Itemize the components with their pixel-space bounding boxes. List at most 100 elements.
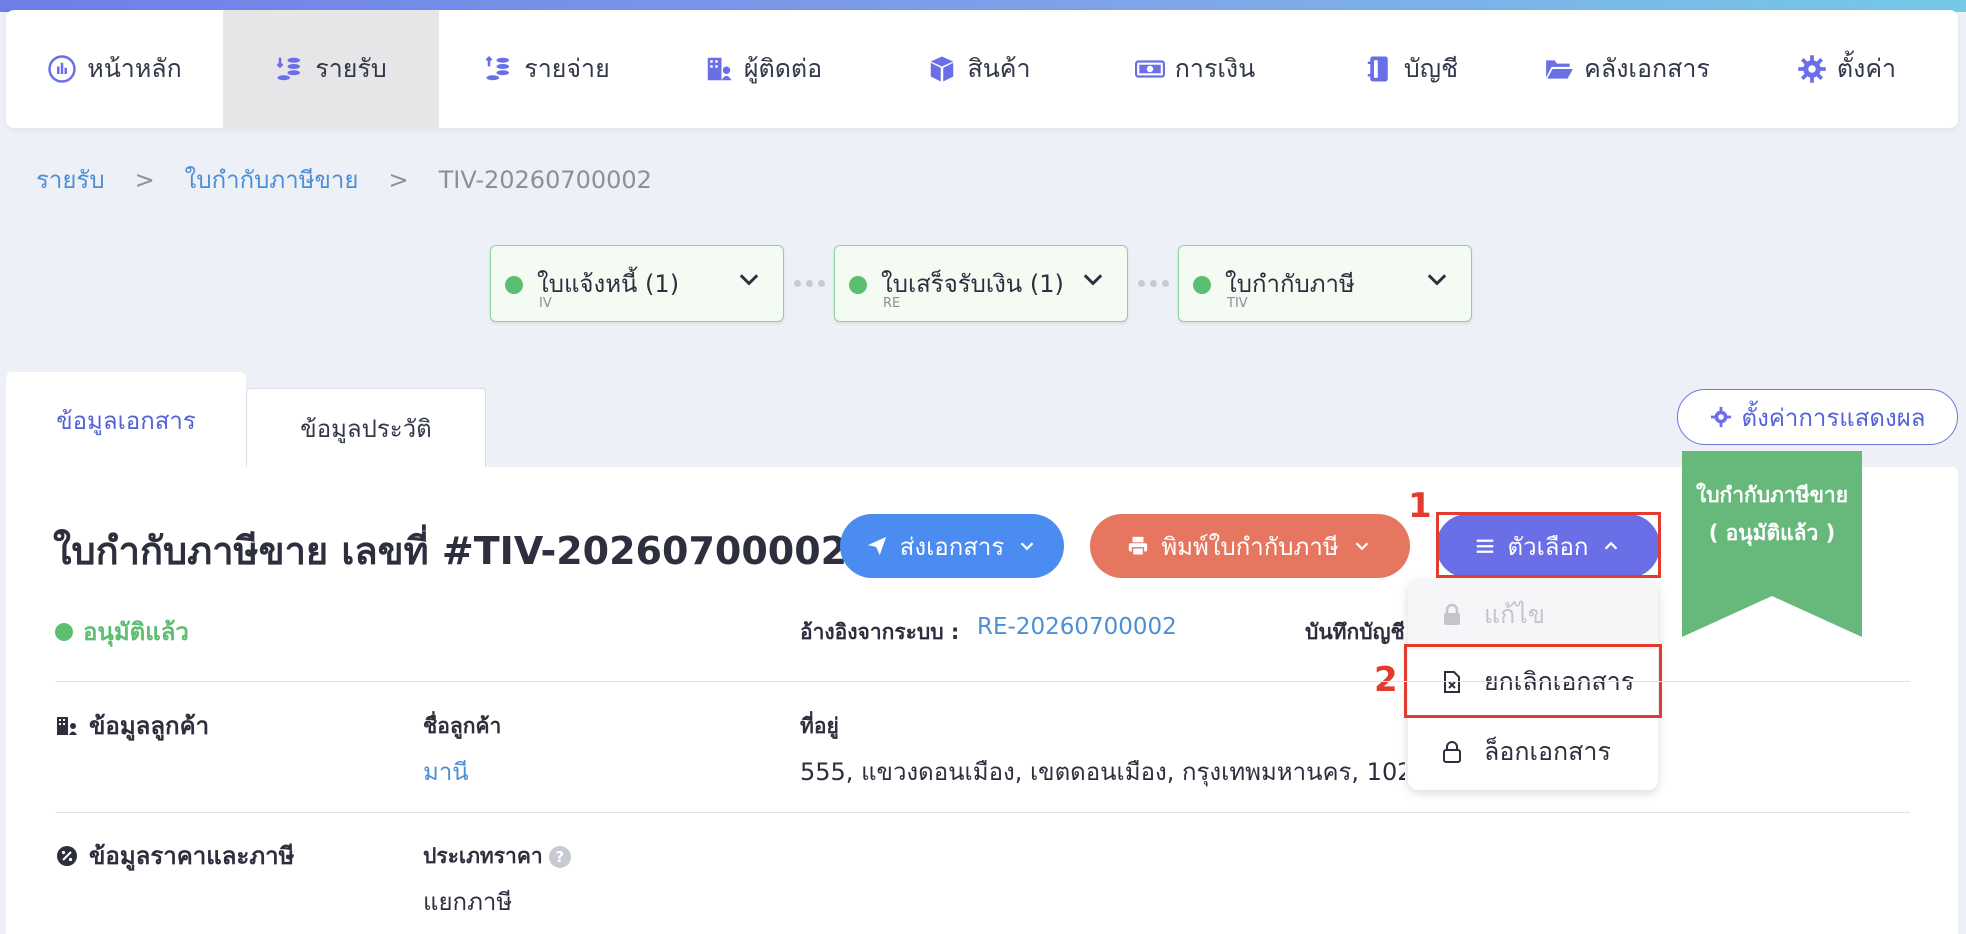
nav-item-expense[interactable]: รายจ่าย (439, 10, 655, 128)
send-document-button[interactable]: ส่งเอกสาร (840, 514, 1064, 578)
nav-label: การเงิน (1174, 54, 1256, 83)
menu-item-label: ล็อกเอกสาร (1484, 737, 1611, 766)
highlight-box-step1 (1436, 512, 1661, 578)
lock-icon (1444, 603, 1460, 625)
breadcrumb-current: TIV-20260700002 (438, 165, 652, 194)
page-title: ใบกำกับภาษีขาย เลขที่ #TIV-20260700002 (53, 520, 879, 581)
nav-label: สินค้า (967, 54, 1031, 83)
annotation-number-2: 2 (1374, 660, 1398, 700)
box-icon (927, 54, 957, 84)
flow-card-code: IV (539, 296, 552, 311)
tab-document-info[interactable]: ข้อมูลเอกสาร (6, 372, 246, 468)
income-coins-icon (275, 54, 305, 84)
pricing-section-title: ข้อมูลราคาและภาษี (55, 836, 294, 875)
gear-icon (1797, 54, 1827, 84)
main-navbar: หน้าหลัก รายรับ รายจ่าย ผู้ติดต่อ สินค้า… (6, 10, 1958, 128)
price-type-label-text: ประเภทราคา (423, 844, 543, 868)
nav-item-settings[interactable]: ตั้งค่า (1735, 10, 1958, 128)
address-value: 555, แขวงดอนเมือง, เขตดอนเมือง, กรุงเทพม… (800, 758, 1405, 786)
display-settings-label: ตั้งค่าการแสดงผล (1741, 403, 1926, 432)
document-title: ใบกำกับภาษีขาย เลขที่ #TIV-20260700002 (53, 529, 848, 573)
status-dot (55, 622, 73, 641)
ribbon-status: ( อนุมัติแล้ว ) (1708, 521, 1836, 545)
status-dot (849, 276, 867, 294)
gear-icon (1710, 406, 1731, 428)
printer-icon (1129, 536, 1148, 556)
flow-card-receipt[interactable]: ใบเสร็จรับเงิน (1) RE (834, 245, 1128, 322)
money-icon (1134, 54, 1165, 84)
section-label: ข้อมูลลูกค้า (89, 712, 210, 740)
print-tax-invoice-button[interactable]: พิมพ์ใบกำกับภาษี (1090, 514, 1410, 578)
flow-card-title: ใบแจ้งหนี้ (1) (537, 270, 680, 298)
flow-card-code: RE (883, 296, 901, 311)
nav-item-contacts[interactable]: ผู้ติดต่อ (655, 10, 871, 128)
document-flow: ใบแจ้งหนี้ (1) IV ใบเสร็จรับเงิน (1) RE … (490, 245, 1472, 322)
dashboard-icon (47, 54, 77, 84)
ribbon-title: ใบกำกับภาษีขาย (1695, 483, 1849, 507)
menu-item-edit[interactable]: แก้ไข (1408, 580, 1658, 650)
menu-item-label: แก้ไข (1484, 600, 1545, 629)
nav-label: หน้าหลัก (87, 54, 182, 83)
tab-history[interactable]: ข้อมูลประวัติ (246, 388, 486, 468)
chevron-down-icon[interactable] (735, 266, 763, 294)
nav-item-documents[interactable]: คลังเอกสาร (1519, 10, 1735, 128)
lock-icon (1443, 741, 1461, 763)
chevron-down-icon[interactable] (1423, 266, 1451, 294)
nav-label: ผู้ติดต่อ (743, 54, 823, 83)
status-text: อนุมัติแล้ว (83, 618, 189, 646)
price-type-value: แยกภาษี (423, 888, 513, 916)
flow-card-code: TIV (1227, 296, 1248, 311)
flow-card-title: ใบเสร็จรับเงิน (1) (881, 270, 1064, 298)
divider (55, 681, 1910, 682)
nav-label: คลังเอกสาร (1584, 54, 1710, 83)
help-icon[interactable]: ? (548, 846, 571, 868)
customer-section-title: ข้อมูลลูกค้า (55, 706, 209, 745)
nav-item-income[interactable]: รายรับ (223, 10, 439, 128)
nav-item-products[interactable]: สินค้า (871, 10, 1087, 128)
breadcrumb-tax-invoice[interactable]: ใบกำกับภาษีขาย (185, 160, 359, 199)
status-dot (1193, 276, 1211, 294)
flow-connector (784, 280, 834, 287)
print-label: พิมพ์ใบกำกับภาษี (1161, 532, 1339, 561)
reference-label: อ้างอิงจากระบบ : (800, 620, 960, 644)
nav-label: บัญชี (1403, 54, 1459, 83)
menu-item-lock-document[interactable]: ล็อกเอกสาร (1408, 717, 1658, 787)
contacts-building-icon (704, 54, 734, 84)
nav-item-accounting[interactable]: บัญชี (1303, 10, 1519, 128)
chevron-down-icon (1355, 542, 1368, 551)
chevron-down-icon[interactable] (1079, 266, 1107, 294)
chevron-down-icon (1020, 542, 1034, 551)
flow-card-tax-invoice[interactable]: ใบกำกับภาษี TIV (1178, 245, 1472, 322)
breadcrumb-separator: > (388, 165, 409, 194)
flow-card-invoice[interactable]: ใบแจ้งหนี้ (1) IV (490, 245, 784, 322)
price-type-label: ประเภทราคา? (423, 840, 571, 873)
display-settings-button[interactable]: ตั้งค่าการแสดงผล (1677, 389, 1958, 445)
flow-connector (1128, 280, 1178, 287)
section-label: ข้อมูลราคาและภาษี (89, 842, 295, 870)
nav-item-finance[interactable]: การเงิน (1087, 10, 1303, 128)
status-badge: อนุมัติแล้ว (55, 612, 189, 651)
nav-label: ตั้งค่า (1836, 54, 1897, 83)
contacts-building-icon (57, 716, 77, 735)
breadcrumb-income[interactable]: รายรับ (36, 160, 105, 199)
percent-badge-icon (57, 845, 77, 866)
ribbon-text: ใบกำกับภาษีขาย ( อนุมัติแล้ว ) (1682, 476, 1862, 552)
address-label: ที่อยู่ (800, 714, 839, 738)
breadcrumb-separator: > (134, 165, 155, 194)
customer-name-label: ชื่อลูกค้า (423, 714, 502, 738)
paper-plane-icon (867, 536, 886, 556)
breadcrumb: รายรับ > ใบกำกับภาษีขาย > TIV-2026070000… (36, 160, 652, 199)
status-dot (505, 276, 523, 294)
expense-coins-icon (484, 54, 514, 84)
nav-label: รายรับ (315, 54, 387, 83)
send-label: ส่งเอกสาร (899, 532, 1005, 561)
nav-label: รายจ่าย (524, 54, 610, 83)
reference-link[interactable]: RE-20260700002 (977, 614, 1177, 640)
nav-item-home[interactable]: หน้าหลัก (6, 10, 223, 128)
ledger-icon (1364, 54, 1394, 84)
customer-name-link[interactable]: มานี (423, 752, 469, 791)
folder-icon (1544, 54, 1574, 84)
annotation-number-1: 1 (1408, 486, 1432, 526)
divider (55, 812, 1910, 813)
journal-label: บันทึกบัญชี (1305, 620, 1405, 644)
